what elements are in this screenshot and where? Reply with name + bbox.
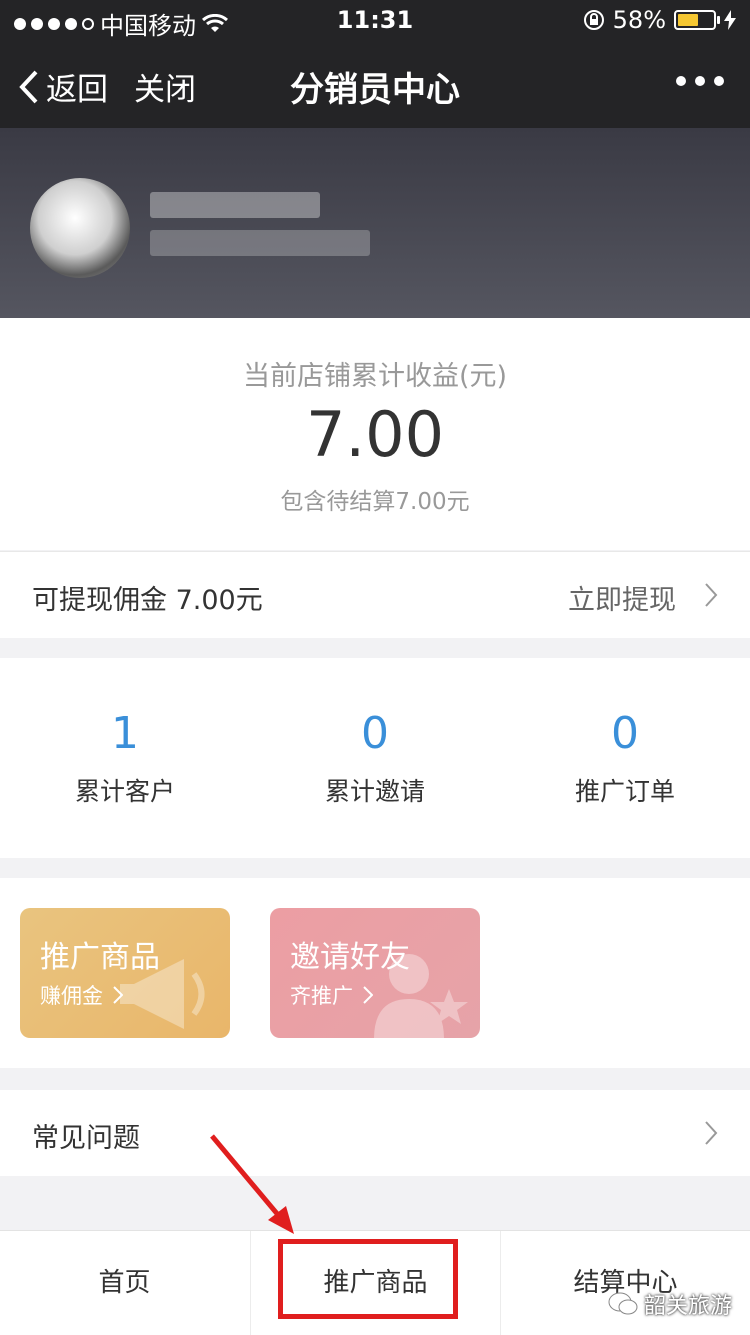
faq-label: 常见问题	[32, 1123, 140, 1154]
stats-panel: 1 累计客户 0 累计邀请 0 推广订单	[0, 658, 750, 858]
stat-customers[interactable]: 1 累计客户	[0, 706, 250, 808]
username-blurred	[150, 192, 320, 218]
wechat-icon	[608, 1292, 638, 1315]
stat-label: 推广订单	[574, 777, 675, 806]
card-subtitle: 赚佣金	[40, 980, 123, 1010]
card-title: 邀请好友	[290, 940, 410, 975]
watermark-text: 韶关旅游	[643, 1294, 732, 1319]
stat-invites[interactable]: 0 累计邀请	[250, 706, 500, 808]
chevron-right-icon	[363, 986, 373, 1004]
stat-value: 0	[611, 708, 639, 759]
top-bar: 中国移动 11:31 58% 返回 关闭 分销员中心	[0, 0, 750, 128]
stat-orders[interactable]: 0 推广订单	[500, 706, 750, 808]
status-bar: 中国移动 11:31 58%	[0, 0, 750, 40]
annotation-highlight-box	[278, 1239, 458, 1319]
withdrawable-commission: 可提现佣金 7.00元	[32, 585, 263, 616]
stat-value: 0	[361, 708, 389, 759]
card-subtitle-text: 赚佣金	[40, 984, 103, 1008]
charging-icon	[724, 10, 736, 30]
card-title: 推广商品	[40, 940, 160, 975]
stat-label: 累计邀请	[324, 777, 425, 806]
card-subtitle-text: 齐推广	[290, 984, 353, 1008]
card-subtitle: 齐推广	[290, 980, 373, 1010]
rotation-lock-icon	[583, 10, 604, 30]
nav-bar: 返回 关闭 分销员中心	[0, 44, 750, 128]
watermark: 韶关旅游	[608, 1288, 732, 1320]
action-cards: 推广商品 赚佣金 邀请好友 齐推广	[0, 878, 750, 1068]
earnings-note: 包含待结算7.00元	[280, 489, 470, 515]
faq-row[interactable]: 常见问题	[0, 1090, 750, 1176]
invite-friends-card[interactable]: 邀请好友 齐推广	[270, 908, 480, 1038]
battery-percent: 58%	[612, 6, 666, 34]
withdraw-row[interactable]: 可提现佣金 7.00元 立即提现	[0, 551, 750, 638]
stat-value: 1	[111, 708, 139, 759]
profile-header	[0, 128, 750, 318]
earnings-value: 7.00	[305, 398, 445, 471]
chevron-right-icon	[705, 1121, 718, 1145]
page-title: 分销员中心	[290, 70, 460, 110]
battery-icon	[674, 10, 720, 30]
tab-home[interactable]: 首页	[0, 1231, 249, 1335]
earnings-panel: 当前店铺累计收益(元) 7.00 包含待结算7.00元	[0, 318, 750, 550]
status-right: 58%	[583, 6, 736, 34]
stat-label: 累计客户	[74, 777, 175, 806]
withdraw-now-link[interactable]: 立即提现	[568, 578, 676, 617]
chevron-right-icon	[705, 583, 718, 607]
earnings-label: 当前店铺累计收益(元)	[242, 361, 508, 392]
user-info-blurred	[150, 230, 370, 256]
avatar	[30, 178, 130, 278]
promote-products-card[interactable]: 推广商品 赚佣金	[20, 908, 230, 1038]
chevron-right-icon	[113, 986, 123, 1004]
more-options-icon[interactable]	[676, 76, 724, 86]
